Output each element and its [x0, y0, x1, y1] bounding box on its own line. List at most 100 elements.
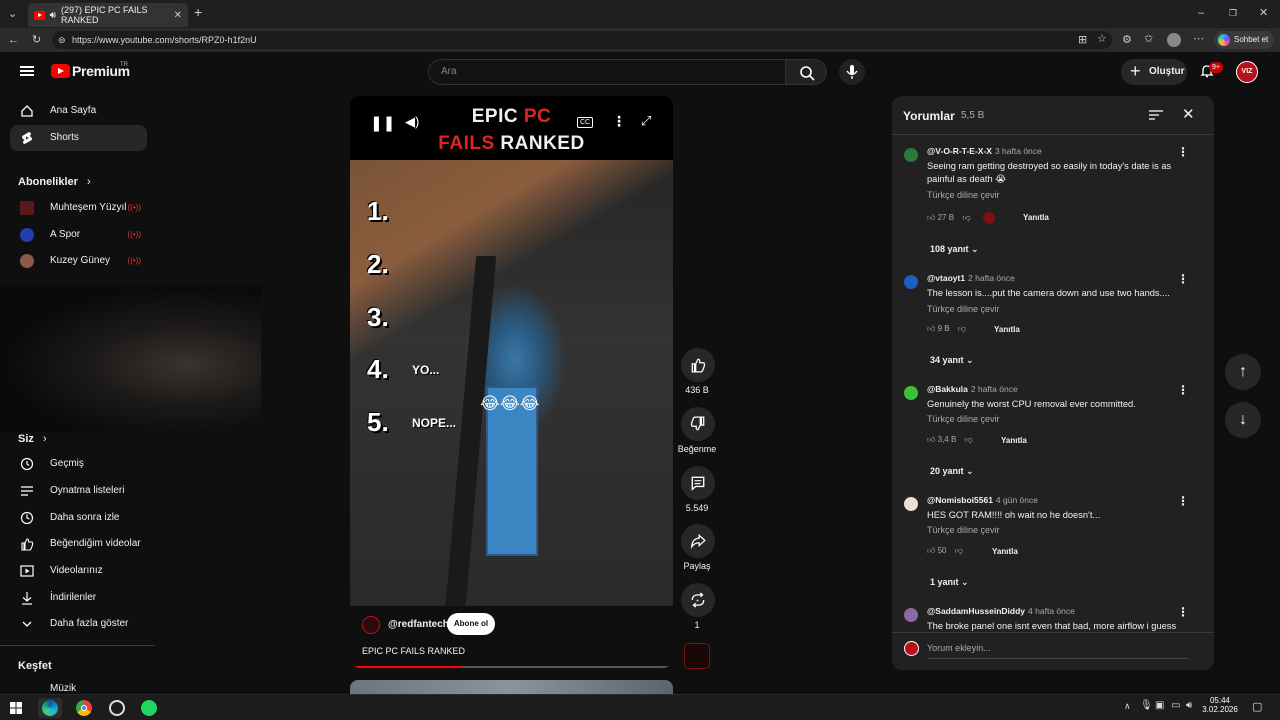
dislike-icon[interactable]: 👎︎ — [958, 324, 966, 333]
address-field[interactable]: ⊜ https://www.youtube.com/shorts/RPZ0-h1… — [52, 31, 1112, 49]
sidebar-item-home[interactable]: Ana Sayfa — [10, 98, 147, 124]
voice-search-button[interactable] — [839, 59, 865, 85]
translate-link[interactable]: Türkçe diline çevir — [927, 414, 1000, 424]
fullscreen-icon[interactable]: ⤢ — [641, 113, 651, 129]
previous-short-button[interactable]: ↑ — [1225, 354, 1261, 390]
subscriptions-header[interactable]: Abonelikler › — [18, 176, 91, 188]
sidebar-item-shorts[interactable]: Shorts — [10, 125, 147, 151]
edge-taskbar-button[interactable] — [38, 698, 62, 718]
comment-author[interactable]: @SaddamHusseinDiddy 4 hafta önce — [927, 606, 1075, 616]
captions-icon[interactable]: CC — [577, 117, 594, 128]
back-icon[interactable]: ← — [8, 34, 19, 46]
search-button[interactable] — [785, 59, 827, 85]
share-button[interactable] — [681, 524, 715, 558]
comment-more-icon[interactable]: ⋮ — [1177, 383, 1189, 397]
sidebar-item-downloads[interactable]: İndirilenler — [10, 585, 147, 611]
channel-avatar[interactable] — [362, 616, 380, 634]
comment-author[interactable]: @vtaoyt1 2 hafta önce — [927, 273, 1015, 283]
like-icon[interactable]: 👍︎ — [927, 435, 935, 444]
volume-tray-icon[interactable]: 🔊︎ — [1186, 700, 1192, 711]
subscribe-button[interactable]: Abone ol — [447, 613, 495, 635]
subscription-item[interactable]: Kuzey Güney ((•)) — [10, 248, 147, 274]
sidebar-item-your-videos[interactable]: Videolarınız — [10, 558, 147, 584]
translate-link[interactable]: Türkçe diline çevir — [927, 525, 1000, 535]
show-replies-button[interactable]: 20 yanıt ⌄ — [930, 466, 974, 477]
comment-more-icon[interactable]: ⋮ — [1177, 605, 1189, 619]
browser-tab[interactable]: 🔊︎ (297) EPIC PC FAILS RANKED ✕ — [28, 3, 188, 27]
spotify-taskbar-button[interactable] — [139, 698, 159, 718]
favorite-star-icon[interactable]: ☆ — [1097, 33, 1107, 45]
more-options-icon[interactable]: ⋮ — [612, 113, 626, 130]
more-menu-icon[interactable]: ⋯ — [1193, 33, 1204, 45]
comment-more-icon[interactable]: ⋮ — [1177, 494, 1189, 508]
reply-button[interactable]: Yanıtla — [992, 547, 1018, 556]
sidebar-item-show-more[interactable]: Daha fazla göster — [10, 611, 147, 637]
dislike-icon[interactable]: 👎︎ — [955, 546, 963, 555]
translate-link[interactable]: Türkçe diline çevir — [927, 304, 1000, 314]
pause-icon[interactable]: ❚❚ — [370, 114, 395, 132]
show-replies-button[interactable]: 108 yanıt ⌄ — [930, 244, 979, 255]
reply-button[interactable]: Yanıtla — [994, 325, 1020, 334]
sort-icon[interactable] — [1149, 109, 1163, 121]
show-replies-button[interactable]: 1 yanıt ⌄ — [930, 577, 969, 588]
youtube-logo-icon[interactable] — [51, 64, 70, 78]
comment-more-icon[interactable]: ⋮ — [1177, 145, 1189, 159]
site-info-icon[interactable]: ⊜ — [58, 34, 66, 46]
window-close-icon[interactable]: ✕ — [1259, 7, 1268, 19]
like-button[interactable] — [681, 348, 715, 382]
sidebar-item-history[interactable]: Geçmiş — [10, 451, 147, 477]
add-comment-input[interactable]: Yorum ekleyin... — [927, 643, 1189, 659]
extensions-icon[interactable]: ⚙ — [1122, 34, 1132, 46]
commenter-avatar[interactable] — [904, 275, 918, 289]
new-tab-icon[interactable]: + — [194, 5, 202, 19]
tab-close-icon[interactable]: ✕ — [174, 10, 182, 21]
search-input[interactable]: Ara — [428, 59, 786, 85]
shorts-video-player[interactable]: EPIC PC FAILS RANKED ❚❚ ◀︎) CC ⋮ ⤢ 1. 2.… — [350, 96, 673, 668]
dislike-icon[interactable]: 👎︎ — [962, 213, 970, 222]
speaker-icon[interactable]: 🔊︎ — [50, 10, 56, 21]
show-replies-button[interactable]: 34 yanıt ⌄ — [930, 355, 974, 366]
create-button[interactable]: Oluştur — [1121, 58, 1187, 85]
app-taskbar-button[interactable] — [107, 698, 127, 718]
comment-author[interactable]: @Bakkula 2 hafta önce — [927, 384, 1018, 394]
sidebar-item-music[interactable]: Müzik — [10, 676, 147, 694]
subscription-item[interactable]: A Spor ((•)) — [10, 222, 147, 248]
sidebar-item-playlists[interactable]: Oynatma listeleri — [10, 478, 147, 504]
restore-icon[interactable]: ❐ — [1229, 7, 1237, 19]
commenter-avatar[interactable] — [904, 386, 918, 400]
menu-icon[interactable] — [20, 66, 34, 76]
you-header[interactable]: Siz › — [18, 433, 47, 445]
windows-start-icon[interactable] — [10, 702, 22, 714]
comment-more-icon[interactable]: ⋮ — [1177, 272, 1189, 286]
commenter-avatar[interactable] — [904, 148, 918, 162]
reply-button[interactable]: Yanıtla — [1023, 213, 1049, 222]
dislike-icon[interactable]: 👎︎ — [965, 435, 973, 444]
copilot-chat-button[interactable]: Sohbet et — [1214, 31, 1274, 49]
comment-author[interactable]: @V-O-R-T-E-X-X 3 hafta önce — [927, 146, 1042, 156]
chrome-taskbar-button[interactable] — [74, 698, 94, 718]
minimize-icon[interactable]: – — [1198, 7, 1204, 19]
like-icon[interactable]: 👍︎ — [927, 324, 935, 333]
favorites-icon[interactable]: ✩ — [1144, 33, 1153, 45]
comments-button[interactable] — [681, 466, 715, 500]
like-icon[interactable]: 👍︎ — [927, 546, 935, 555]
comment-author[interactable]: @Nomisboi5561 4 gün önce — [927, 495, 1038, 505]
close-comments-icon[interactable]: ✕ — [1182, 105, 1195, 123]
commenter-avatar[interactable] — [904, 497, 918, 511]
next-short-button[interactable]: ↓ — [1225, 402, 1261, 438]
channel-thumbnail[interactable] — [684, 643, 710, 669]
tray-overflow-icon[interactable]: ∧ — [1124, 701, 1131, 712]
channel-name[interactable]: @redfantech — [388, 619, 449, 630]
translate-link[interactable]: Türkçe diline çevir — [927, 190, 1000, 200]
reload-icon[interactable]: ↻ — [32, 34, 41, 46]
notification-center-icon[interactable]: ▢ — [1252, 700, 1262, 713]
remix-button[interactable]: + — [681, 583, 715, 617]
dislike-button[interactable] — [681, 407, 715, 441]
commenter-avatar[interactable] — [904, 608, 918, 622]
subscription-item[interactable]: Muhteşem Yüzyıl ((•)) — [10, 195, 147, 221]
sidebar-item-liked-videos[interactable]: Beğendiğim videolar — [10, 531, 147, 557]
profile-icon[interactable] — [1167, 33, 1181, 47]
like-icon[interactable]: 👍︎ — [927, 213, 935, 222]
camera-tray-icon[interactable]: ▣ — [1155, 700, 1164, 711]
tab-list-chevron-icon[interactable]: ⌄ — [8, 8, 17, 20]
